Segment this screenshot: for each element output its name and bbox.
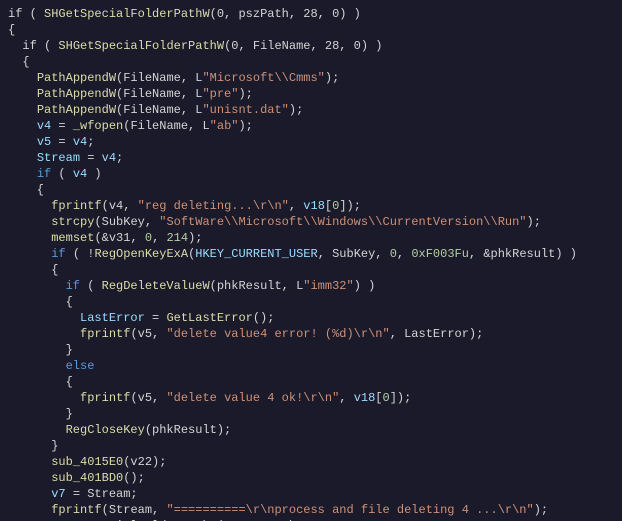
code-line: { [0, 22, 622, 38]
code-line: fprintf(v5, "delete value4 error! (%d)\r… [0, 326, 622, 342]
code-line: { [0, 294, 622, 310]
code-line: else [0, 358, 622, 374]
code-line: { [0, 54, 622, 70]
code-line: if ( RegDeleteValueW(phkResult, L"imm32"… [0, 278, 622, 294]
code-line: } [0, 406, 622, 422]
code-line: strcpy(SubKey, "SoftWare\\Microsoft\\Win… [0, 214, 622, 230]
code-line: PathAppendW(FileName, L"unisnt.dat"); [0, 102, 622, 118]
code-line: if ( v4 ) [0, 166, 622, 182]
code-line: { [0, 262, 622, 278]
code-line: RegCloseKey(phkResult); [0, 422, 622, 438]
code-line: { [0, 374, 622, 390]
code-line: PathAppendW(FileName, L"Microsoft\\Cmms"… [0, 70, 622, 86]
code-line: v4 = _wfopen(FileName, L"ab"); [0, 118, 622, 134]
code-line: sub_4015E0(v22); [0, 454, 622, 470]
code-line: v5 = v4; [0, 134, 622, 150]
code-line: if ( SHGetSpecialFolderPathW(0, pszPath,… [0, 6, 622, 22]
code-line: fprintf(v4, "reg deleting...\r\n", v18[0… [0, 198, 622, 214]
code-line: fprintf(Stream, "==========\r\nprocess a… [0, 502, 622, 518]
code-line: LastError = GetLastError(); [0, 310, 622, 326]
code-line: fprintf(v5, "delete value 4 ok!\r\n", v1… [0, 390, 622, 406]
code-line: PathAppendW(FileName, L"pre"); [0, 86, 622, 102]
code-line: memset(&v31, 0, 214); [0, 230, 622, 246]
code-line: { [0, 182, 622, 198]
code-editor: if ( SHGetSpecialFolderPathW(0, pszPath,… [0, 0, 622, 521]
code-line: Stream = v4; [0, 150, 622, 166]
code-line: } [0, 438, 622, 454]
code-line: } [0, 342, 622, 358]
code-line: sub_401BD0(); [0, 470, 622, 486]
code-line: if ( !RegOpenKeyExA(HKEY_CURRENT_USER, S… [0, 246, 622, 262]
code-line: v7 = Stream; [0, 486, 622, 502]
code-line: if ( SHGetSpecialFolderPathW(0, FileName… [0, 38, 622, 54]
